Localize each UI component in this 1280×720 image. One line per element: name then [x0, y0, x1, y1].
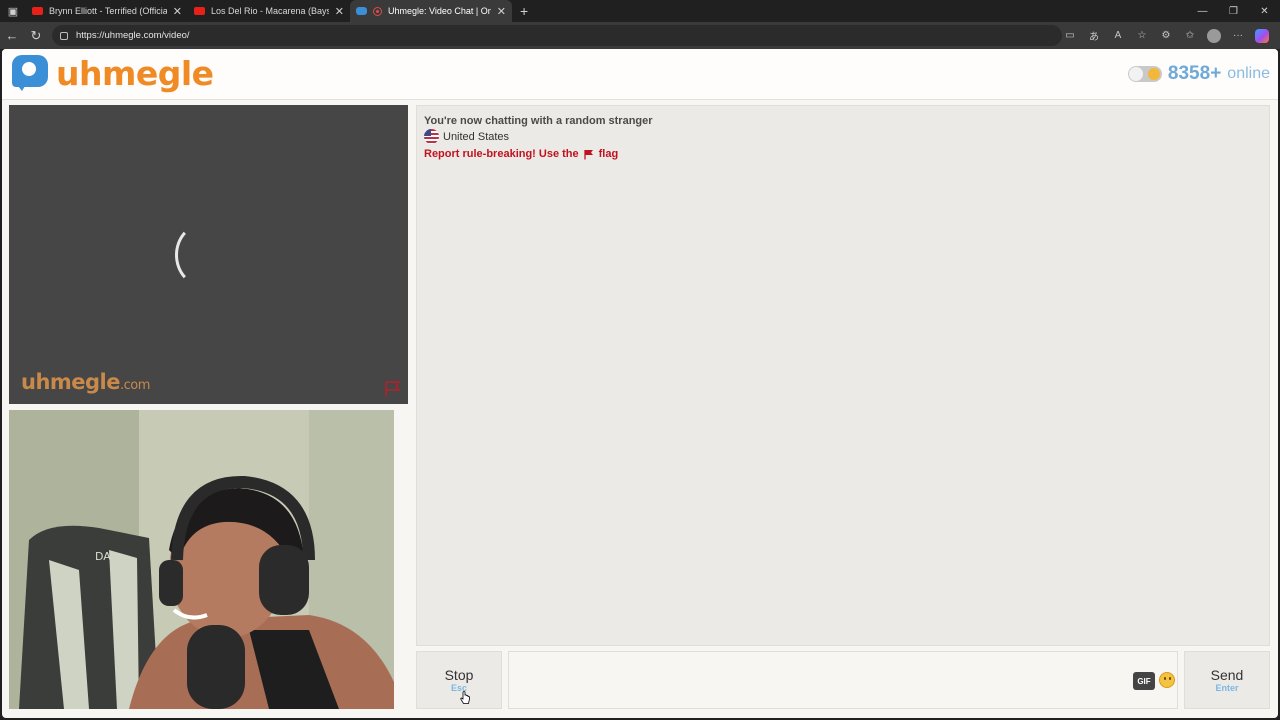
chat-bubble-logo-icon: [10, 53, 50, 93]
site-header: uhmegle 8358+ online: [2, 49, 1278, 100]
stranger-country: United States: [424, 129, 1262, 144]
close-tab-icon[interactable]: ✕: [335, 5, 344, 18]
watermark-text: uhmegle: [21, 370, 121, 394]
svg-text:DA: DA: [95, 550, 111, 563]
youtube-icon: [194, 7, 205, 15]
uhmegle-watermark: uhmegle.com: [21, 370, 150, 394]
report-text: Report rule-breaking! Use the: [424, 148, 579, 160]
stop-button[interactable]: Stop Esc: [416, 651, 502, 709]
online-label: online: [1227, 65, 1270, 82]
report-flag-icon[interactable]: [383, 380, 403, 398]
translate-icon[interactable]: あ: [1082, 28, 1106, 43]
watermark-domain: .com: [120, 378, 150, 393]
browser-tab[interactable]: Brynn Elliott - Terrified (Official Vi ✕: [26, 0, 188, 22]
profile-avatar[interactable]: [1202, 28, 1226, 43]
self-webcam-video: DA: [9, 410, 408, 709]
camera-permission-icon[interactable]: ▭: [1058, 30, 1082, 41]
connection-status-message: You're now chatting with a random strang…: [424, 115, 653, 127]
address-bar[interactable]: https://uhmegle.com/video/: [52, 25, 1062, 46]
online-indicator: 8358+ online: [1127, 63, 1270, 85]
online-count: 8358+: [1167, 63, 1222, 84]
browser-toolbar: ← ↻ https://uhmegle.com/video/ ▭ あ A ☆ ⚙…: [0, 22, 1280, 49]
youtube-icon: [32, 7, 43, 15]
uhmegle-icon: [356, 7, 367, 15]
message-input[interactable]: GIF: [508, 651, 1178, 709]
logo-text: uhmegle: [56, 53, 214, 93]
tab-actions-menu-icon[interactable]: ▣: [0, 0, 26, 22]
more-menu-icon[interactable]: ···: [1226, 30, 1250, 41]
extensions-icon[interactable]: ⚙: [1154, 30, 1178, 41]
window-controls: — ❐ ✕: [1187, 0, 1280, 22]
close-tab-icon[interactable]: ✕: [497, 5, 506, 18]
close-tab-icon[interactable]: ✕: [173, 5, 182, 18]
browser-tab[interactable]: Los Del Rio - Macarena (Bayside B ✕: [188, 0, 350, 22]
new-tab-button[interactable]: +: [520, 3, 528, 19]
read-aloud-icon[interactable]: A: [1106, 30, 1130, 41]
country-name: United States: [443, 130, 510, 143]
send-label: Send: [1210, 667, 1244, 683]
favorites-list-icon[interactable]: ✩: [1178, 30, 1202, 41]
stop-label: Stop: [444, 667, 474, 683]
back-arrow-icon[interactable]: ←: [0, 22, 24, 49]
report-flag-icon: [583, 149, 593, 159]
url-text: https://uhmegle.com/video/: [76, 30, 190, 41]
chat-controls: Stop Esc GIF Send Enter: [416, 651, 1270, 709]
restore-icon[interactable]: ❐: [1218, 0, 1249, 22]
close-window-icon[interactable]: ✕: [1249, 0, 1280, 22]
browser-tab-bar: ▣ Brynn Elliott - Terrified (Official Vi…: [0, 0, 1280, 22]
stranger-video: uhmegle.com: [9, 105, 408, 404]
hand-cursor-icon: [460, 691, 470, 704]
minimize-icon[interactable]: —: [1187, 0, 1218, 22]
emoji-icon[interactable]: [1159, 672, 1175, 688]
us-flag-icon: [424, 129, 439, 144]
sun-icon: [1147, 68, 1160, 80]
gif-button[interactable]: GIF: [1133, 672, 1155, 690]
uhmegle-page: uhmegle 8358+ online uhmegle.com DA You'…: [2, 49, 1278, 718]
report-notice: Report rule-breaking! Use the flag: [424, 146, 1262, 162]
refresh-icon[interactable]: ↻: [24, 22, 48, 49]
tab-title: Los Del Rio - Macarena (Bayside B: [211, 6, 329, 16]
toolbar-icons: ▭ あ A ☆ ⚙ ✩ ···: [1058, 22, 1274, 49]
chat-log: You're now chatting with a random strang…: [416, 105, 1270, 646]
copilot-icon[interactable]: [1250, 28, 1274, 43]
uhmegle-logo[interactable]: uhmegle: [10, 53, 214, 93]
webcam-feed-image: DA: [9, 410, 408, 709]
site-info-icon[interactable]: [60, 31, 68, 40]
recording-indicator-icon: [373, 6, 382, 16]
send-button[interactable]: Send Enter: [1184, 651, 1270, 709]
report-flag-word: flag: [598, 148, 619, 160]
loading-spinner-icon: [175, 223, 231, 287]
tab-title: Brynn Elliott - Terrified (Official Vi: [49, 6, 167, 16]
favorite-star-icon[interactable]: ☆: [1130, 30, 1154, 41]
tab-title: Uhmegle: Video Chat | Ome: [388, 6, 491, 16]
theme-toggle[interactable]: [1127, 66, 1162, 82]
browser-tab-active[interactable]: Uhmegle: Video Chat | Ome ✕: [350, 0, 512, 22]
send-shortcut: Enter: [1215, 683, 1239, 693]
